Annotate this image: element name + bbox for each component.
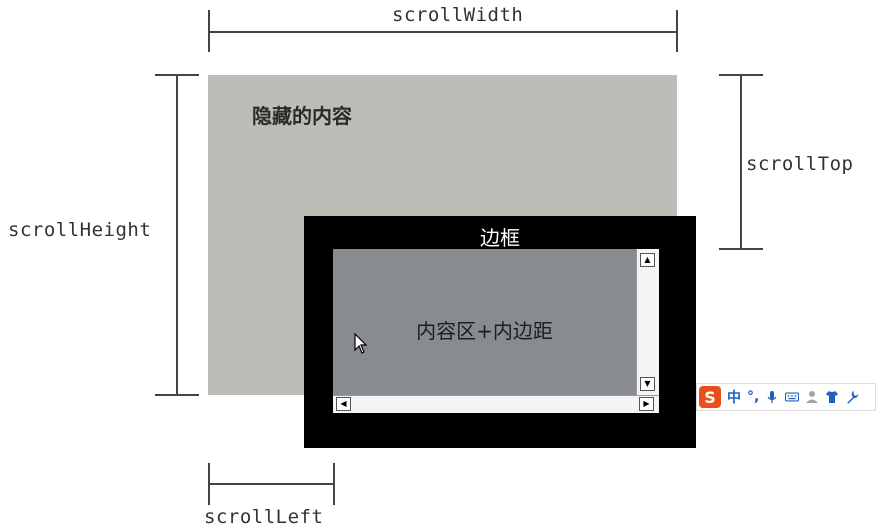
wrench-icon[interactable] — [845, 390, 859, 404]
keyboard-icon[interactable] — [785, 390, 800, 404]
scroll-width-label: scrollWidth — [392, 4, 524, 26]
horizontal-scrollbar[interactable]: ◀ ▶ — [333, 395, 659, 413]
ime-mode-toggle[interactable]: 中 — [727, 387, 741, 407]
scroll-up-button[interactable]: ▲ — [640, 253, 655, 267]
ime-toolbar[interactable]: S 中 °, — [696, 383, 876, 411]
user-icon[interactable] — [805, 390, 819, 404]
scroll-left-button[interactable]: ◀ — [336, 397, 351, 411]
scroll-right-button[interactable]: ▶ — [639, 397, 654, 411]
scroll-left-label: scrollLeft — [204, 506, 324, 528]
border-label: 边框 — [480, 226, 520, 250]
mouse-cursor-icon — [354, 333, 368, 354]
mic-icon[interactable] — [765, 390, 779, 404]
scroll-top-label: scrollTop — [744, 153, 856, 175]
ime-punctuation-toggle[interactable]: °, — [747, 389, 759, 405]
ime-logo-icon[interactable]: S — [699, 386, 721, 408]
shirt-icon[interactable] — [825, 390, 839, 404]
content-padding-label: 内容区+内边距 — [416, 319, 553, 343]
scroll-down-button[interactable]: ▼ — [640, 377, 655, 391]
vertical-scrollbar[interactable]: ▲ ▼ — [636, 249, 659, 395]
scroll-height-label: scrollHeight — [6, 219, 154, 241]
hidden-content-label: 隐藏的内容 — [252, 104, 352, 128]
